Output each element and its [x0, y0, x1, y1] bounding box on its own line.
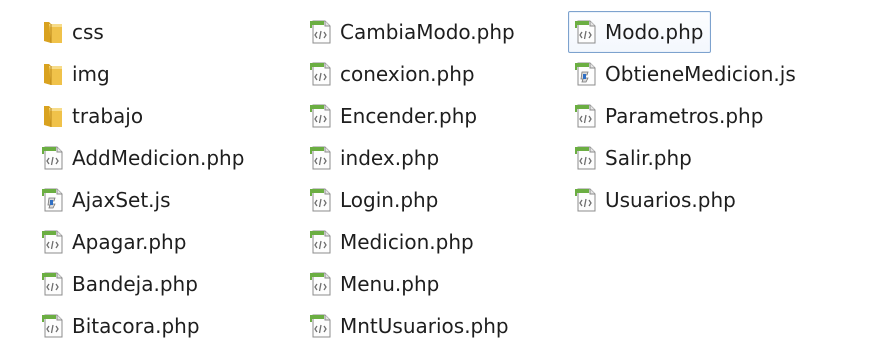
php-file-icon [573, 187, 599, 213]
file-name: AddMedicion.php [72, 146, 245, 170]
file-item[interactable]: Apagar.php [35, 221, 193, 263]
php-file-icon [308, 145, 334, 171]
file-name: Bandeja.php [72, 272, 198, 296]
file-name: CambiaModo.php [340, 20, 515, 44]
file-name: Modo.php [605, 20, 704, 44]
file-name: conexion.php [340, 62, 475, 86]
file-item[interactable]: AddMedicion.php [35, 137, 251, 179]
file-item[interactable]: css [35, 11, 111, 53]
php-file-icon [308, 103, 334, 129]
file-item[interactable]: MntUsuarios.php [303, 305, 516, 347]
file-column-1: css img trabajo AddMedicion.php AjaxSet.… [35, 11, 251, 347]
php-file-icon [40, 145, 66, 171]
file-column-2: CambiaModo.php conexion.php Encender.php… [303, 11, 522, 347]
php-file-icon [40, 271, 66, 297]
file-column-3: Modo.php ObtieneMedicion.js Parametros.p… [568, 11, 803, 221]
file-item-selected[interactable]: Modo.php [568, 11, 711, 53]
js-file-icon [40, 187, 66, 213]
php-file-icon [573, 19, 599, 45]
file-name: Salir.php [605, 146, 692, 170]
file-name: Login.php [340, 188, 439, 212]
file-item[interactable]: ObtieneMedicion.js [568, 53, 803, 95]
file-name: css [72, 20, 104, 44]
file-item[interactable]: Parametros.php [568, 95, 770, 137]
file-item[interactable]: Encender.php [303, 95, 484, 137]
file-name: Parametros.php [605, 104, 764, 128]
file-item[interactable]: Usuarios.php [568, 179, 743, 221]
php-file-icon [308, 313, 334, 339]
file-list: css img trabajo AddMedicion.php AjaxSet.… [0, 0, 890, 345]
file-name: Medicion.php [340, 230, 474, 254]
file-item[interactable]: Bitacora.php [35, 305, 207, 347]
folder-icon [40, 61, 66, 87]
file-item[interactable]: Login.php [303, 179, 445, 221]
file-name: MntUsuarios.php [340, 314, 509, 338]
php-file-icon [40, 229, 66, 255]
php-file-icon [308, 19, 334, 45]
file-name: ObtieneMedicion.js [605, 62, 796, 86]
file-name: Encender.php [340, 104, 478, 128]
php-file-icon [308, 61, 334, 87]
file-item[interactable]: Menu.php [303, 263, 446, 305]
file-item[interactable]: conexion.php [303, 53, 482, 95]
file-item[interactable]: index.php [303, 137, 446, 179]
file-name: Usuarios.php [605, 188, 736, 212]
file-name: Apagar.php [72, 230, 187, 254]
file-item[interactable]: AjaxSet.js [35, 179, 178, 221]
file-item[interactable]: Salir.php [568, 137, 699, 179]
php-file-icon [308, 229, 334, 255]
file-name: Bitacora.php [72, 314, 200, 338]
file-name: Menu.php [340, 272, 440, 296]
file-item[interactable]: trabajo [35, 95, 150, 137]
php-file-icon [573, 103, 599, 129]
file-item[interactable]: Medicion.php [303, 221, 481, 263]
file-name: AjaxSet.js [72, 188, 171, 212]
folder-icon [40, 19, 66, 45]
file-item[interactable]: Bandeja.php [35, 263, 205, 305]
js-file-icon [573, 61, 599, 87]
php-file-icon [573, 145, 599, 171]
php-file-icon [308, 271, 334, 297]
php-file-icon [308, 187, 334, 213]
folder-icon [40, 103, 66, 129]
file-item[interactable]: CambiaModo.php [303, 11, 522, 53]
file-name: img [72, 62, 110, 86]
file-name: trabajo [72, 104, 144, 128]
php-file-icon [40, 313, 66, 339]
file-item[interactable]: img [35, 53, 117, 95]
file-name: index.php [340, 146, 440, 170]
